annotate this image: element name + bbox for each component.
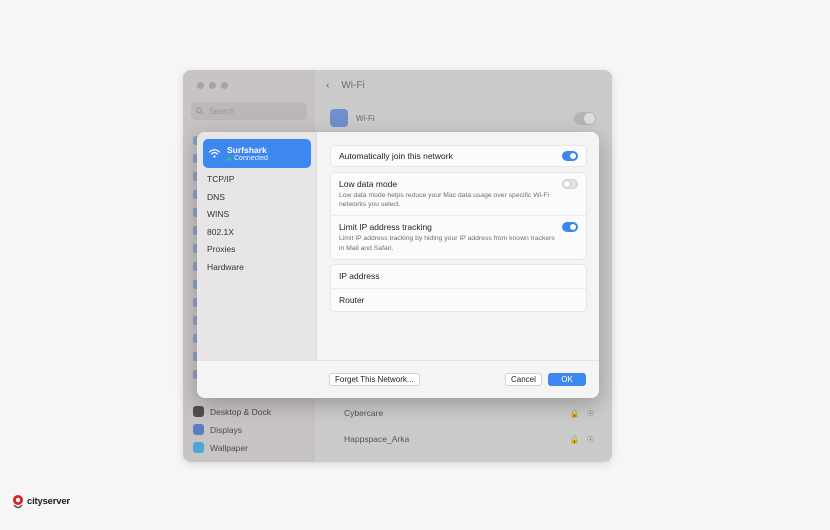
dialog-sidebar: Surfshark Connected TCP/IP DNS WINS 802.… — [197, 132, 317, 398]
connection-status: Connected — [227, 155, 268, 162]
auto-join-row: Automatically join this network — [331, 146, 586, 166]
wallpaper-icon — [193, 442, 204, 453]
network-details-dialog: Surfshark Connected TCP/IP DNS WINS 802.… — [197, 132, 599, 398]
search-icon — [196, 107, 204, 115]
cityserver-logo-icon — [13, 495, 23, 509]
page-header: ‹ Wi-Fi — [326, 80, 365, 91]
lock-icon: 🔒 — [569, 408, 580, 418]
tab-wins[interactable]: WINS — [207, 206, 244, 224]
tab-tcpip[interactable]: TCP/IP — [207, 171, 244, 189]
status-text: Connected — [234, 155, 268, 162]
dialog-tabs: TCP/IP DNS WINS 802.1X Proxies Hardware — [207, 171, 244, 277]
selected-network-card[interactable]: Surfshark Connected — [203, 139, 311, 168]
address-info-group: IP address Router — [330, 264, 587, 312]
wifi-label: Wi-Fi — [356, 113, 375, 123]
wifi-master-row: Wi-Fi — [330, 108, 596, 128]
network-name: Surfshark — [227, 145, 267, 155]
sidebar-item-displays[interactable]: Displays — [193, 424, 242, 435]
desktop-dock-icon — [193, 406, 204, 417]
wifi-icon — [330, 109, 348, 127]
ip-address-row: IP address — [331, 265, 586, 288]
tab-dns[interactable]: DNS — [207, 189, 244, 207]
auto-join-label: Automatically join this network — [339, 151, 453, 161]
ok-button[interactable]: OK — [548, 373, 586, 386]
low-data-description: Low data mode helps reduce your Mac data… — [339, 192, 550, 209]
sidebar-search-field[interactable]: Search — [191, 102, 307, 120]
low-data-row: Low data mode Low data mode helps reduce… — [331, 173, 586, 215]
limit-ip-description: Limit IP address tracking by hiding your… — [339, 235, 555, 252]
data-options-group: Low data mode Low data mode helps reduce… — [330, 172, 587, 260]
network-name: Happspace_Arka — [344, 434, 410, 444]
low-data-label: Low data mode — [339, 179, 398, 189]
network-row-happspace[interactable]: Happspace_Arka 🔒 ☉ — [344, 434, 594, 444]
wifi-master-toggle[interactable] — [574, 111, 596, 125]
ip-address-label: IP address — [339, 271, 380, 281]
back-chevron-icon[interactable]: ‹ — [326, 80, 329, 91]
router-label: Router — [339, 295, 365, 305]
low-data-toggle[interactable] — [562, 179, 578, 189]
logo-text: cityserver — [27, 496, 70, 507]
limit-ip-row: Limit IP address tracking Limit IP addre… — [331, 215, 586, 258]
limit-ip-label: Limit IP address tracking — [339, 222, 432, 233]
search-placeholder: Search — [209, 106, 235, 116]
displays-icon — [193, 424, 204, 435]
tab-hardware[interactable]: Hardware — [207, 259, 244, 277]
tab-8021x[interactable]: 802.1X — [207, 224, 244, 242]
window-controls[interactable] — [197, 82, 228, 89]
wifi-signal-icon: ☉ — [586, 408, 594, 418]
dialog-content: Automatically join this network Low data… — [317, 132, 599, 398]
sidebar-item-desktop-dock[interactable]: Desktop & Dock — [193, 406, 271, 417]
page-title: Wi-Fi — [341, 80, 365, 91]
status-dot-icon — [227, 156, 231, 161]
wifi-icon — [209, 149, 220, 158]
limit-ip-toggle[interactable] — [562, 222, 578, 233]
router-row: Router — [331, 288, 586, 311]
sidebar-item-label: Desktop & Dock — [210, 406, 271, 417]
network-row-cybercare[interactable]: Cybercare 🔒 ☉ — [344, 408, 594, 418]
sidebar-item-label: Displays — [210, 424, 243, 435]
cancel-button[interactable]: Cancel — [505, 373, 542, 386]
tab-proxies[interactable]: Proxies — [207, 241, 244, 259]
dialog-footer: Forget This Network... Cancel OK — [197, 360, 599, 398]
sidebar-item-label: Wallpaper — [210, 442, 248, 453]
lock-icon: 🔒 — [569, 434, 580, 444]
cityserver-logo: cityserver — [12, 494, 70, 509]
wifi-signal-icon: ☉ — [586, 434, 594, 444]
sidebar-item-wallpaper[interactable]: Wallpaper — [193, 442, 248, 453]
network-name: Cybercare — [344, 408, 384, 418]
auto-join-group: Automatically join this network — [330, 145, 587, 167]
forget-network-button[interactable]: Forget This Network... — [329, 373, 420, 386]
auto-join-toggle[interactable] — [562, 151, 578, 161]
